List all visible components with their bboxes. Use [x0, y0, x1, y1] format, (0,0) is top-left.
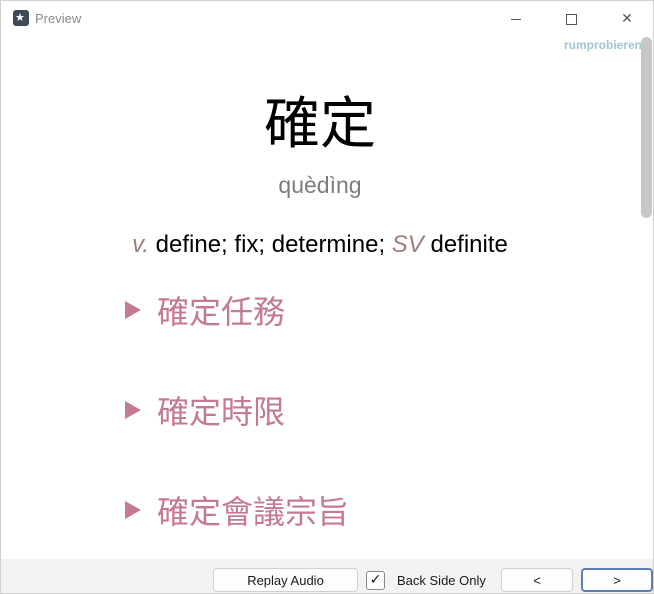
- play-triangle-icon: [125, 401, 141, 419]
- play-triangle-icon: [125, 501, 141, 519]
- play-triangle-icon: [125, 301, 141, 319]
- part-of-speech-sv: SV: [391, 231, 424, 258]
- card-pinyin: quèdìng: [278, 172, 362, 198]
- minimize-button[interactable]: [493, 1, 539, 37]
- minimize-icon: [511, 18, 521, 20]
- example-text: 確定任務: [157, 293, 286, 331]
- preview-window: ★ Preview ✕ 確定 quèdìng v. define; fix; d…: [0, 0, 654, 594]
- example-text: 確定時限: [157, 393, 286, 431]
- bottom-toolbar: Replay Audio ✓ Back Side Only < >: [1, 559, 653, 593]
- example-item[interactable]: 確定時限: [125, 387, 285, 433]
- close-button[interactable]: ✕: [604, 1, 650, 37]
- close-icon: ✕: [621, 11, 633, 27]
- overflow-text: rumprobieren: [564, 38, 643, 52]
- back-side-only-toggle[interactable]: ✓ Back Side Only: [366, 568, 486, 592]
- anki-star-icon: ★: [13, 10, 29, 26]
- window-title: Preview: [35, 11, 82, 26]
- card-preview-area: 確定 quèdìng v. define; fix; determine; SV…: [1, 37, 639, 559]
- definition-meaning-2: definite: [423, 231, 508, 258]
- example-text: 確定會議宗旨: [157, 493, 350, 531]
- title-bar: ★ Preview ✕: [1, 1, 653, 37]
- back-side-only-checkbox[interactable]: ✓: [366, 570, 385, 590]
- maximize-icon: [565, 13, 577, 25]
- example-item[interactable]: 確定任務: [125, 287, 285, 333]
- checkmark-icon: ✓: [369, 572, 382, 588]
- definition-meaning-1: define; fix; determine;: [149, 231, 392, 258]
- card-definition: v. define; fix; determine; SV definite: [1, 231, 639, 259]
- next-card-button[interactable]: >: [581, 568, 653, 592]
- replay-audio-button[interactable]: Replay Audio: [213, 568, 358, 592]
- part-of-speech-verb: v.: [132, 231, 149, 258]
- back-side-only-label: Back Side Only: [397, 572, 486, 588]
- maximize-button[interactable]: [548, 1, 594, 37]
- scrollbar-thumb[interactable]: [641, 37, 652, 218]
- example-item[interactable]: 確定會議宗旨: [125, 487, 349, 533]
- card-hanzi: 確定: [264, 92, 376, 157]
- previous-card-button[interactable]: <: [501, 568, 573, 592]
